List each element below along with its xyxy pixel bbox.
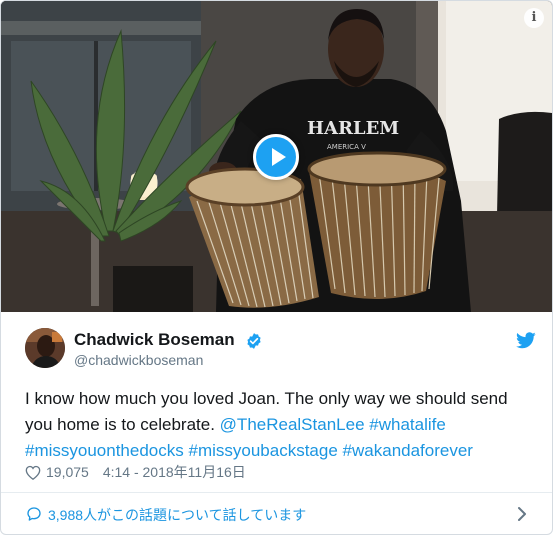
like-count[interactable]: 19,075 bbox=[46, 464, 89, 480]
embedded-tweet-card: HARLEM AMERICA V i Chadwick Boseman @cha… bbox=[0, 0, 553, 535]
chat-bubble-icon bbox=[27, 507, 41, 521]
heart-icon[interactable] bbox=[25, 465, 41, 480]
mention-link[interactable]: @TheRealStanLee bbox=[220, 415, 365, 434]
avatar[interactable] bbox=[25, 328, 65, 368]
play-icon bbox=[272, 148, 286, 166]
tweet-timestamp[interactable]: 4:14 - 2018年11月16日 bbox=[103, 462, 246, 482]
tweet-meta: 19,075 4:14 - 2018年11月16日 bbox=[25, 462, 246, 482]
display-name[interactable]: Chadwick Boseman bbox=[74, 330, 235, 350]
sweatshirt-text-harlem: HARLEM bbox=[307, 118, 399, 139]
conversation-label[interactable]: 3,988人がこの話題について話しています bbox=[48, 505, 306, 525]
hashtag-link[interactable]: #missyouonthedocks bbox=[25, 441, 184, 460]
verified-badge-icon bbox=[247, 333, 261, 349]
hashtag-link[interactable]: #whatalife bbox=[369, 415, 446, 434]
play-button[interactable] bbox=[253, 134, 299, 180]
avatar-image bbox=[25, 328, 65, 368]
sweatshirt-text-america: AMERICA V bbox=[327, 143, 366, 151]
user-handle[interactable]: @chadwickboseman bbox=[74, 352, 203, 368]
tweet-text: I know how much you loved Joan. The only… bbox=[25, 386, 535, 464]
info-icon[interactable]: i bbox=[524, 8, 544, 28]
hashtag-link[interactable]: #missyoubackstage bbox=[189, 441, 338, 460]
twitter-bird-icon[interactable] bbox=[516, 332, 536, 349]
chevron-right-icon[interactable] bbox=[517, 506, 527, 522]
conversation-link-row[interactable]: 3,988人がこの話題について話しています bbox=[1, 493, 552, 534]
hashtag-link[interactable]: #wakandaforever bbox=[343, 441, 473, 460]
video-thumbnail[interactable]: HARLEM AMERICA V i bbox=[1, 1, 552, 312]
